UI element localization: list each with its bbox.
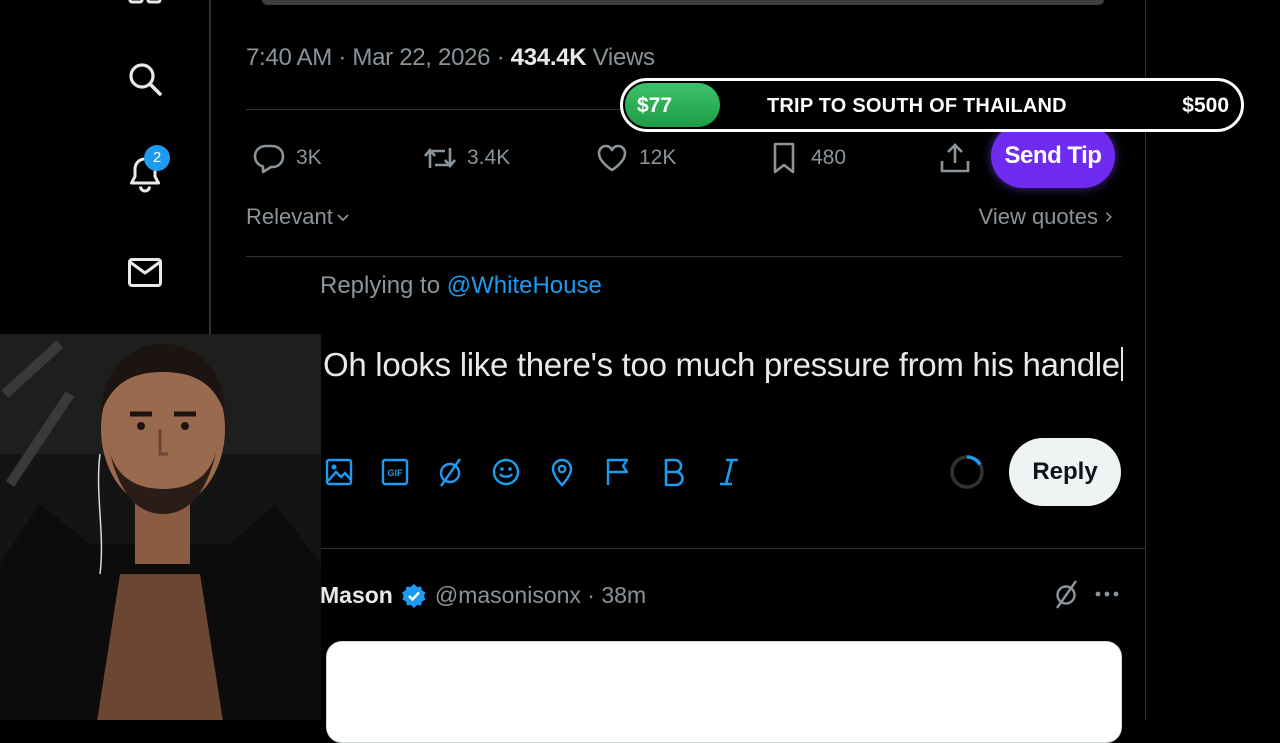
chevron-right-icon xyxy=(1105,212,1112,222)
tweet-author-row: Mason @masonisonx · 38m xyxy=(320,582,646,609)
send-tip-button[interactable]: Send Tip xyxy=(991,124,1115,188)
replying-to: Replying to @WhiteHouse xyxy=(320,272,602,300)
sort-label: Relevant xyxy=(246,204,333,229)
verified-badge-icon xyxy=(401,583,426,608)
notification-badge: 2 xyxy=(144,145,170,171)
goal-current-amount: $77 xyxy=(637,94,673,117)
reply-button[interactable]: Reply xyxy=(1009,438,1121,506)
text-caret xyxy=(1120,347,1123,381)
share-action[interactable] xyxy=(938,138,972,178)
image-icon[interactable] xyxy=(322,455,356,489)
author-name[interactable]: Mason xyxy=(320,582,393,609)
mail-icon[interactable] xyxy=(126,253,164,291)
replying-prefix: Replying to xyxy=(320,272,441,299)
reply-textarea[interactable]: Oh looks like there's too much pressure … xyxy=(323,346,1123,384)
chevron-down-icon xyxy=(337,214,349,222)
like-count: 12K xyxy=(639,146,677,169)
embedded-media-card[interactable] xyxy=(326,641,1122,743)
grok-icon[interactable] xyxy=(1050,578,1082,610)
gif-icon[interactable]: GIF xyxy=(378,455,412,489)
repost-count: 3.4K xyxy=(467,146,511,169)
bold-icon[interactable] xyxy=(656,455,690,489)
tip-goal-bar: $77 TRIP TO SOUTH OF THAILAND $500 xyxy=(620,78,1244,132)
bookmark-count: 480 xyxy=(811,146,847,169)
goal-target-amount: $500 xyxy=(1182,94,1229,117)
reply-text-content: Oh looks like there's too much pressure … xyxy=(323,346,1120,383)
comment-icon xyxy=(253,144,285,174)
heart-icon xyxy=(597,144,627,172)
svg-text:GIF: GIF xyxy=(388,468,404,478)
tweet-timestamp: 7:40 AM · Mar 22, 2026 · 434.4K Views xyxy=(246,44,655,72)
bookmark-action[interactable]: 480 xyxy=(767,138,846,178)
grid-icon[interactable] xyxy=(126,0,164,6)
sort-dropdown[interactable]: Relevant xyxy=(246,204,351,230)
reply-count: 3K xyxy=(296,146,322,169)
meta-separator: · xyxy=(490,44,511,71)
emoji-icon[interactable] xyxy=(489,455,523,489)
media-card-edge xyxy=(262,0,1104,5)
tweet-date[interactable]: Mar 22, 2026 xyxy=(352,44,490,71)
divider xyxy=(320,548,1146,549)
author-handle-time[interactable]: @masonisonx · 38m xyxy=(435,582,646,609)
goal-title: TRIP TO SOUTH OF THAILAND xyxy=(767,95,1067,117)
views-label: Views xyxy=(592,44,655,71)
search-icon[interactable] xyxy=(126,60,164,98)
repost-action[interactable]: 3.4K xyxy=(423,138,510,178)
italic-icon[interactable] xyxy=(712,455,746,489)
like-action[interactable]: 12K xyxy=(595,138,676,178)
reply-action[interactable]: 3K xyxy=(252,138,322,178)
replying-handle-link[interactable]: @WhiteHouse xyxy=(447,272,602,299)
divider xyxy=(246,256,1122,257)
share-icon xyxy=(940,143,970,173)
view-quotes-link[interactable]: View quotes xyxy=(979,204,1116,230)
meta-separator: · xyxy=(331,44,353,71)
flag-icon[interactable] xyxy=(601,455,635,489)
bookmark-icon xyxy=(773,142,795,174)
more-options-icon[interactable] xyxy=(1094,580,1120,608)
views-count: 434.4K xyxy=(510,44,587,71)
location-icon[interactable] xyxy=(545,455,579,489)
view-quotes-label: View quotes xyxy=(978,204,1098,229)
grok-icon[interactable] xyxy=(433,455,467,489)
webcam-overlay xyxy=(0,334,321,720)
tweet-time[interactable]: 7:40 AM xyxy=(246,44,332,71)
repost-icon xyxy=(424,147,456,169)
character-count-ring xyxy=(948,453,986,491)
